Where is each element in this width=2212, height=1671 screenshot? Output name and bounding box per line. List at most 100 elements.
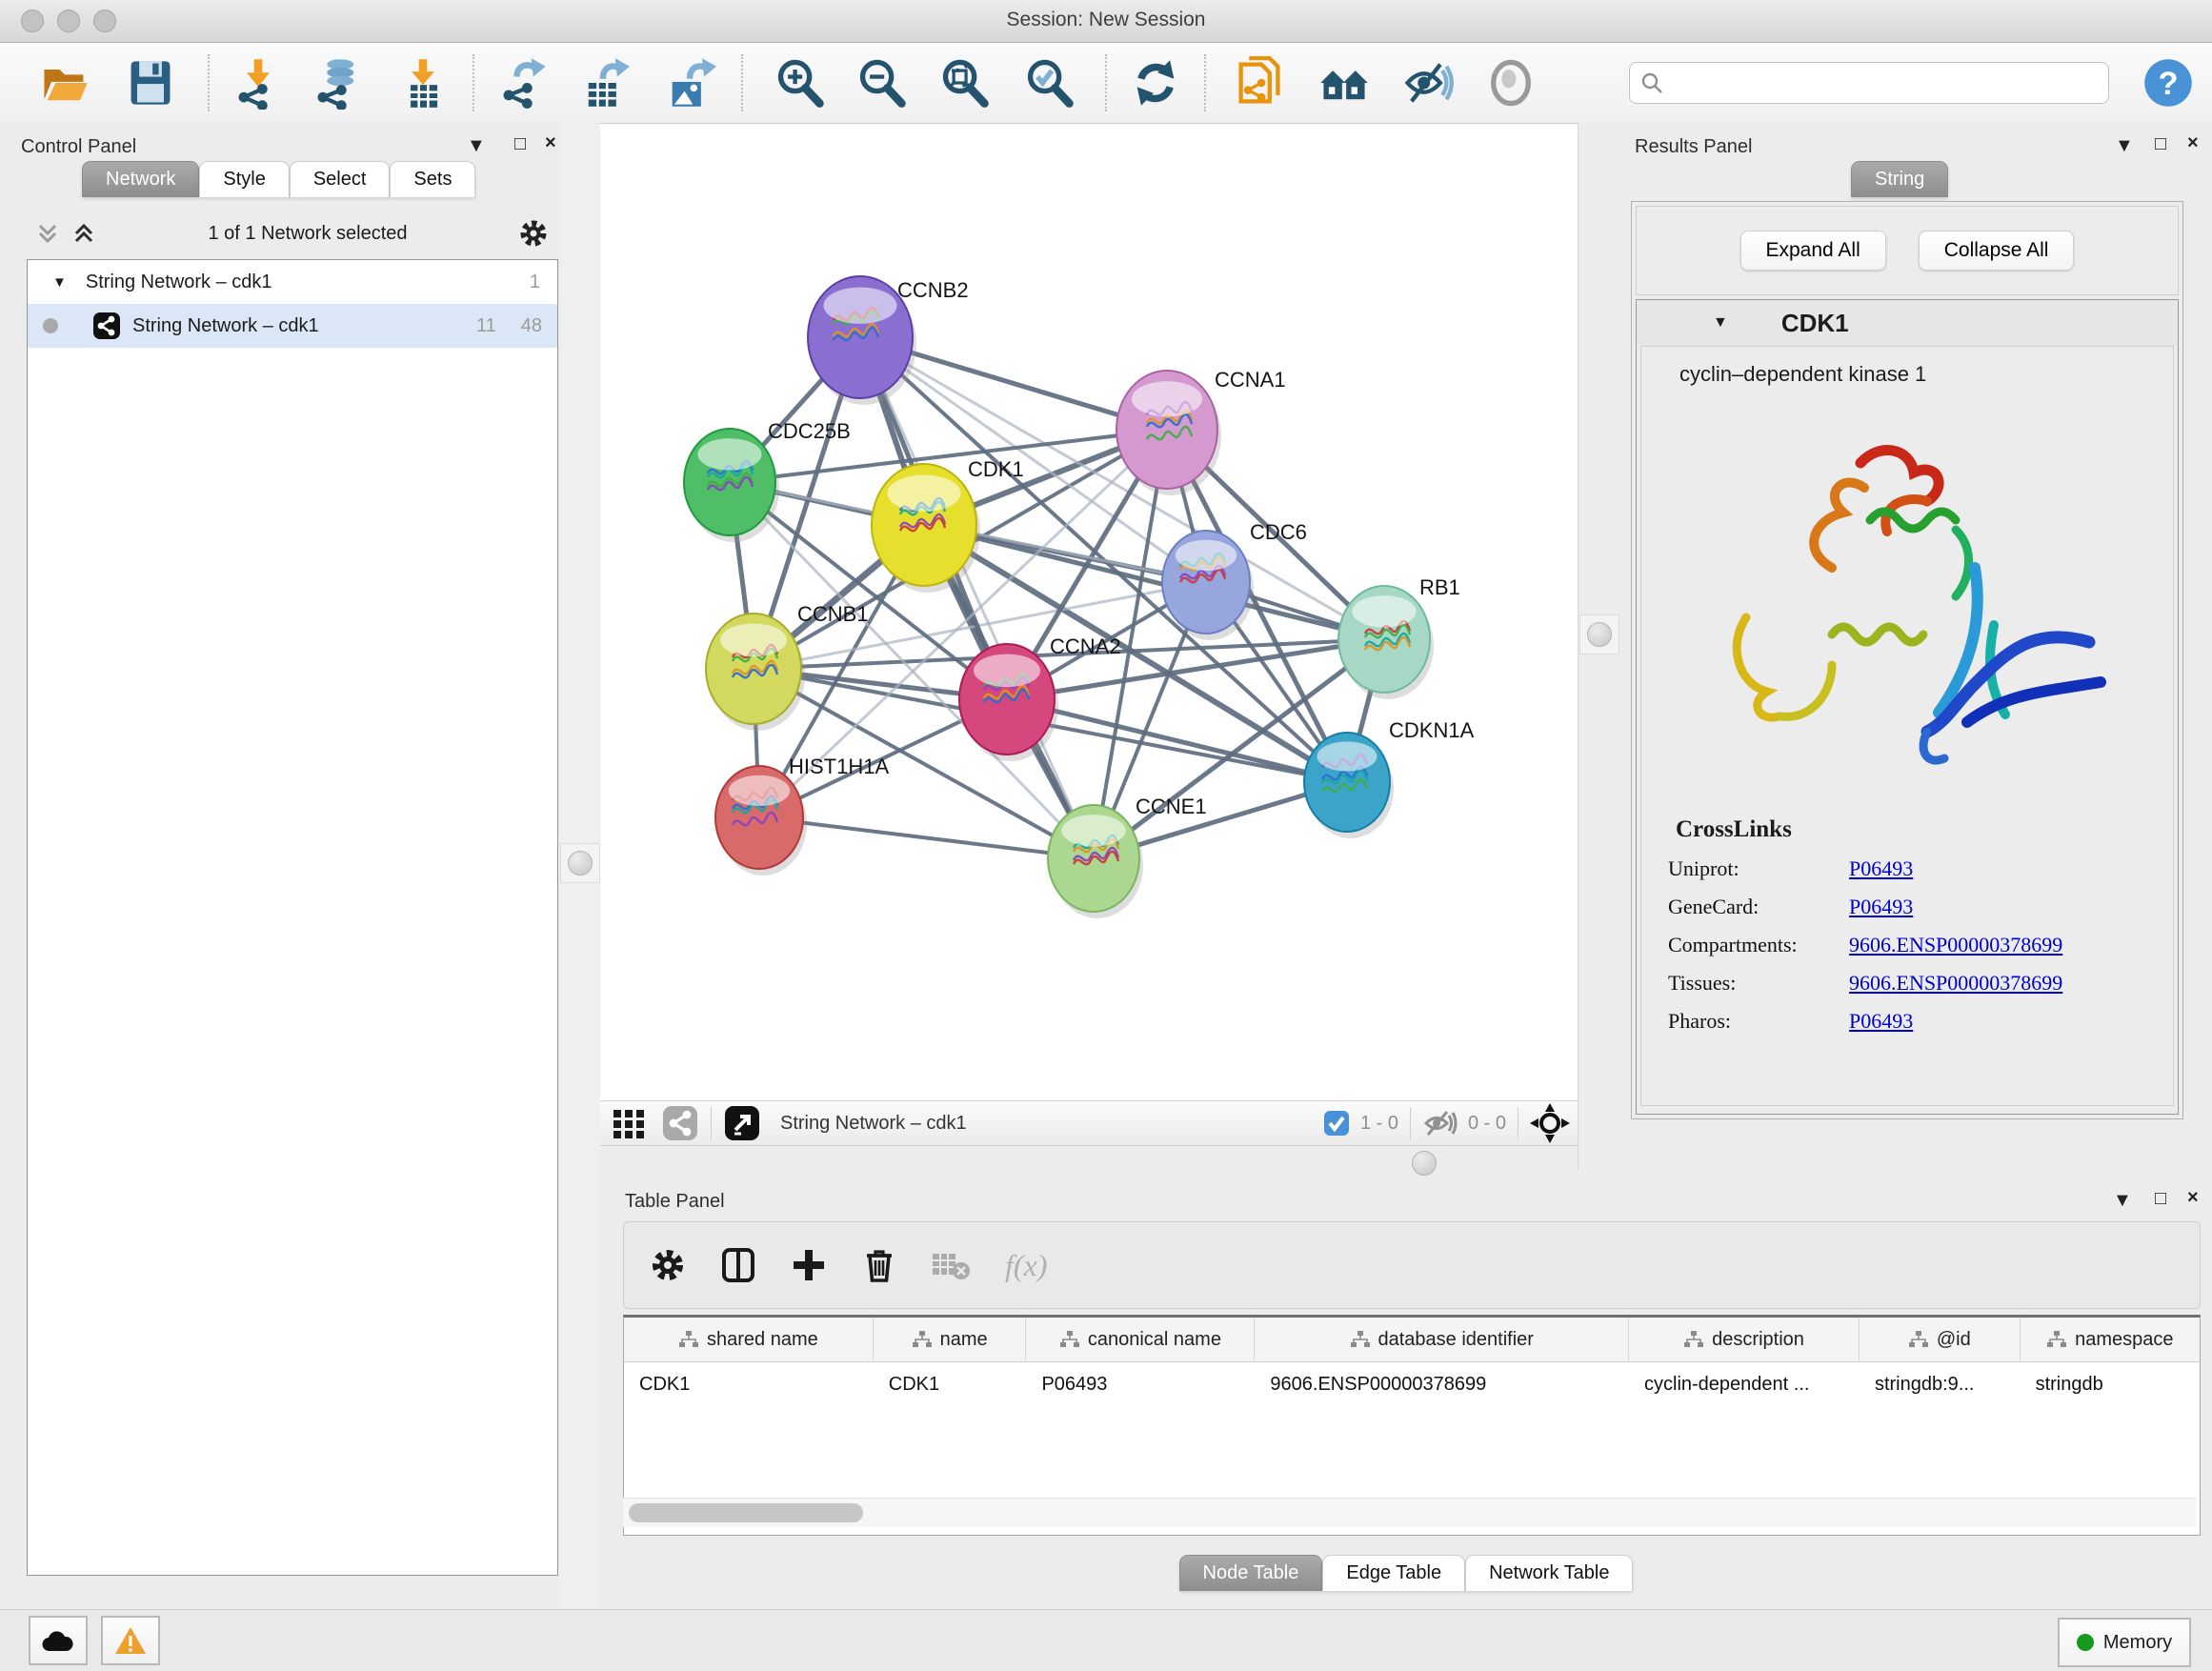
results-panel-close-icon[interactable]: × <box>2187 133 2199 152</box>
tab-style[interactable]: Style <box>199 161 289 197</box>
birdseye-crosshair-icon[interactable] <box>1530 1103 1570 1143</box>
crosslink-genecard-link[interactable]: P06493 <box>1849 895 1913 919</box>
network-canvas[interactable]: CCNB2CCNA1CDC25BCDK1CDC6RB1CCNB1CCNA2CDK… <box>600 123 1579 1101</box>
cell-id[interactable]: stringdb:9... <box>1860 1362 2021 1406</box>
grid-view-icon[interactable] <box>610 1104 648 1142</box>
node-CDC6[interactable]: CDC6 <box>1162 520 1307 640</box>
expand-all-button[interactable]: Expand All <box>1740 231 1886 271</box>
tab-select[interactable]: Select <box>290 161 391 197</box>
column-header[interactable]: @id <box>1860 1318 2021 1361</box>
export-image-icon[interactable] <box>663 56 716 110</box>
refresh-icon[interactable] <box>1129 56 1182 110</box>
column-header[interactable]: canonical name <box>1026 1318 1255 1361</box>
memory-button[interactable]: Memory <box>2058 1618 2191 1667</box>
control-panel-close-icon[interactable]: × <box>545 133 556 152</box>
warnings-button[interactable] <box>101 1616 160 1665</box>
zoom-fit-icon[interactable] <box>938 56 992 110</box>
table-row[interactable]: CDK1 CDK1 P06493 9606.ENSP00000378699 cy… <box>624 1362 2200 1406</box>
results-panel-float-icon[interactable]: □ <box>2155 134 2166 153</box>
network-row-selected[interactable]: String Network – cdk1 11 48 <box>28 304 557 348</box>
control-panel-title: Control Panel <box>21 136 136 158</box>
network-options-gear-icon[interactable] <box>518 218 549 249</box>
node-HIST1H1A[interactable]: HIST1H1A <box>715 755 889 876</box>
column-header[interactable]: namespace <box>2021 1318 2200 1361</box>
export-table-icon[interactable] <box>578 56 632 110</box>
tab-string[interactable]: String <box>1851 161 1948 197</box>
import-network-database-icon[interactable] <box>311 56 364 110</box>
table-panel-float-icon[interactable]: □ <box>2155 1189 2166 1208</box>
show-selection-icon[interactable] <box>1484 56 1538 110</box>
help-icon[interactable]: ? <box>2142 56 2195 110</box>
network-graph[interactable]: CCNB2CCNA1CDC25BCDK1CDC6RB1CCNB1CCNA2CDK… <box>600 124 1579 1101</box>
control-panel-menu-icon[interactable]: ▼ <box>467 136 486 155</box>
crosslink-compartments-link[interactable]: 9606.ENSP00000378699 <box>1849 933 2062 957</box>
results-panel-menu-icon[interactable]: ▼ <box>2115 136 2134 155</box>
cdk1-section-header[interactable]: ▼ CDK1 <box>1637 300 2178 346</box>
show-columns-icon[interactable] <box>719 1246 757 1284</box>
add-column-icon[interactable] <box>790 1246 828 1284</box>
export-network-icon[interactable] <box>496 56 550 110</box>
edge-CCNE1-HIST1H1A[interactable] <box>759 817 1094 858</box>
svg-text:?: ? <box>2158 66 2178 102</box>
cell-database-identifier[interactable]: 9606.ENSP00000378699 <box>1255 1362 1629 1406</box>
selected-checkbox-icon[interactable] <box>1322 1109 1351 1137</box>
node-CDKN1A[interactable]: CDKN1A <box>1304 718 1475 838</box>
hide-selection-icon[interactable] <box>1401 56 1455 110</box>
tab-network[interactable]: Network <box>82 161 199 197</box>
collapse-all-button[interactable]: Collapse All <box>1919 231 2075 271</box>
node-CDC25B[interactable]: CDC25B <box>684 419 851 542</box>
collapse-all-networks-icon[interactable] <box>34 220 61 247</box>
automation-cloud-button[interactable] <box>29 1616 88 1665</box>
cell-shared-name[interactable]: CDK1 <box>624 1362 874 1406</box>
left-splitter[interactable] <box>560 123 601 1608</box>
edge-count: 48 <box>521 315 542 337</box>
import-network-file-icon[interactable] <box>231 56 285 110</box>
open-in-window-icon[interactable] <box>723 1104 761 1142</box>
left-splitter-handle[interactable] <box>560 843 600 883</box>
cell-canonical-name[interactable]: P06493 <box>1026 1362 1255 1406</box>
crosslink-pharos-link[interactable]: P06493 <box>1849 1009 1913 1034</box>
zoom-in-icon[interactable] <box>774 56 827 110</box>
zoom-selected-icon[interactable] <box>1023 56 1076 110</box>
save-session-icon[interactable] <box>124 56 177 110</box>
column-header[interactable]: shared name <box>624 1318 874 1361</box>
search-input[interactable] <box>1664 71 2108 95</box>
collection-expander-icon[interactable]: ▼ <box>52 274 67 291</box>
share-document-icon[interactable] <box>1233 56 1286 110</box>
expand-all-networks-icon[interactable] <box>70 220 97 247</box>
import-table-icon[interactable] <box>396 56 450 110</box>
edge-CCNB2-CCNE1[interactable] <box>860 337 1094 858</box>
column-header[interactable]: database identifier <box>1255 1318 1629 1361</box>
crosslink-uniprot-link[interactable]: P06493 <box>1849 856 1913 881</box>
table-panel-close-icon[interactable]: × <box>2187 1188 2199 1207</box>
crosslink-tissues-link[interactable]: 9606.ENSP00000378699 <box>1849 971 2062 996</box>
tab-sets[interactable]: Sets <box>390 161 475 197</box>
scrollbar-thumb[interactable] <box>629 1503 863 1522</box>
cell-description[interactable]: cyclin-dependent ... <box>1629 1362 1860 1406</box>
tab-network-table[interactable]: Network Table <box>1465 1555 1633 1591</box>
column-header[interactable]: name <box>874 1318 1027 1361</box>
right-splitter-handle[interactable] <box>1579 614 1619 654</box>
node-CCNA1[interactable]: CCNA1 <box>1116 368 1286 495</box>
home-pages-icon[interactable] <box>1317 56 1371 110</box>
zoom-out-icon[interactable] <box>855 56 909 110</box>
share-view-icon[interactable] <box>661 1104 699 1142</box>
cell-namespace[interactable]: stringdb <box>2021 1362 2200 1406</box>
control-panel-float-icon[interactable]: □ <box>514 134 526 153</box>
table-horizontal-scrollbar[interactable] <box>623 1498 2197 1527</box>
table-panel-menu-icon[interactable]: ▼ <box>2113 1191 2132 1210</box>
node-RB1[interactable]: RB1 <box>1338 575 1460 699</box>
open-session-icon[interactable] <box>38 56 91 110</box>
column-header[interactable]: description <box>1629 1318 1860 1361</box>
right-splitter[interactable] <box>1578 123 1620 1169</box>
delete-column-icon[interactable] <box>860 1246 898 1284</box>
tab-node-table[interactable]: Node Table <box>1179 1555 1323 1591</box>
table-gear-icon[interactable] <box>649 1246 687 1284</box>
node-CCNE1[interactable]: CCNE1 <box>1048 795 1207 918</box>
network-collection-row[interactable]: ▼ String Network – cdk1 1 <box>28 260 557 304</box>
tab-edge-table[interactable]: Edge Table <box>1322 1555 1465 1591</box>
cdk1-expander-icon[interactable]: ▼ <box>1713 314 1728 332</box>
horizontal-splitter-handle[interactable] <box>1412 1151 1437 1176</box>
hidden-eye-slash-icon[interactable] <box>1422 1107 1458 1139</box>
cell-name[interactable]: CDK1 <box>874 1362 1027 1406</box>
